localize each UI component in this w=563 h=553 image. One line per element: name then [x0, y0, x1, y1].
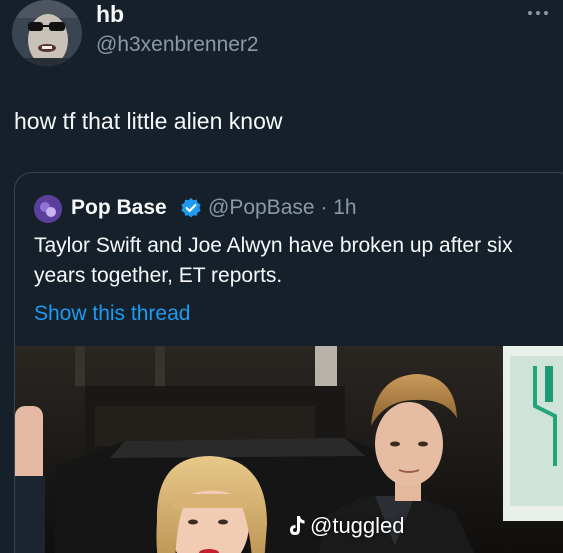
- more-icon[interactable]: [525, 6, 551, 18]
- quoted-author-name[interactable]: Pop Base: [71, 195, 167, 221]
- tweet-text: how tf that little alien know: [14, 108, 283, 134]
- quoted-tweet-card[interactable]: Pop Base @PopBase · 1h Taylor Swift and …: [14, 172, 563, 553]
- quoted-author-handle-time[interactable]: @PopBase · 1h: [208, 195, 357, 221]
- avatar-image: [12, 0, 82, 66]
- tiktok-watermark: @tuggled: [286, 509, 405, 543]
- quoted-author-avatar[interactable]: [34, 195, 62, 223]
- tiktok-logo-icon: [290, 516, 305, 535]
- quoted-tweet-text: Taylor Swift and Joe Alwyn have broken u…: [34, 234, 513, 287]
- show-thread-link[interactable]: Show this thread: [34, 301, 190, 327]
- author-handle[interactable]: @h3xenbrenner2: [96, 32, 259, 58]
- tweet-page: hb @h3xenbrenner2 how tf that little ali…: [0, 0, 563, 553]
- watermark-text: @tuggled: [310, 513, 405, 538]
- author-avatar[interactable]: [12, 0, 82, 66]
- author-name[interactable]: hb: [96, 0, 124, 28]
- verified-badge-icon: [180, 197, 202, 219]
